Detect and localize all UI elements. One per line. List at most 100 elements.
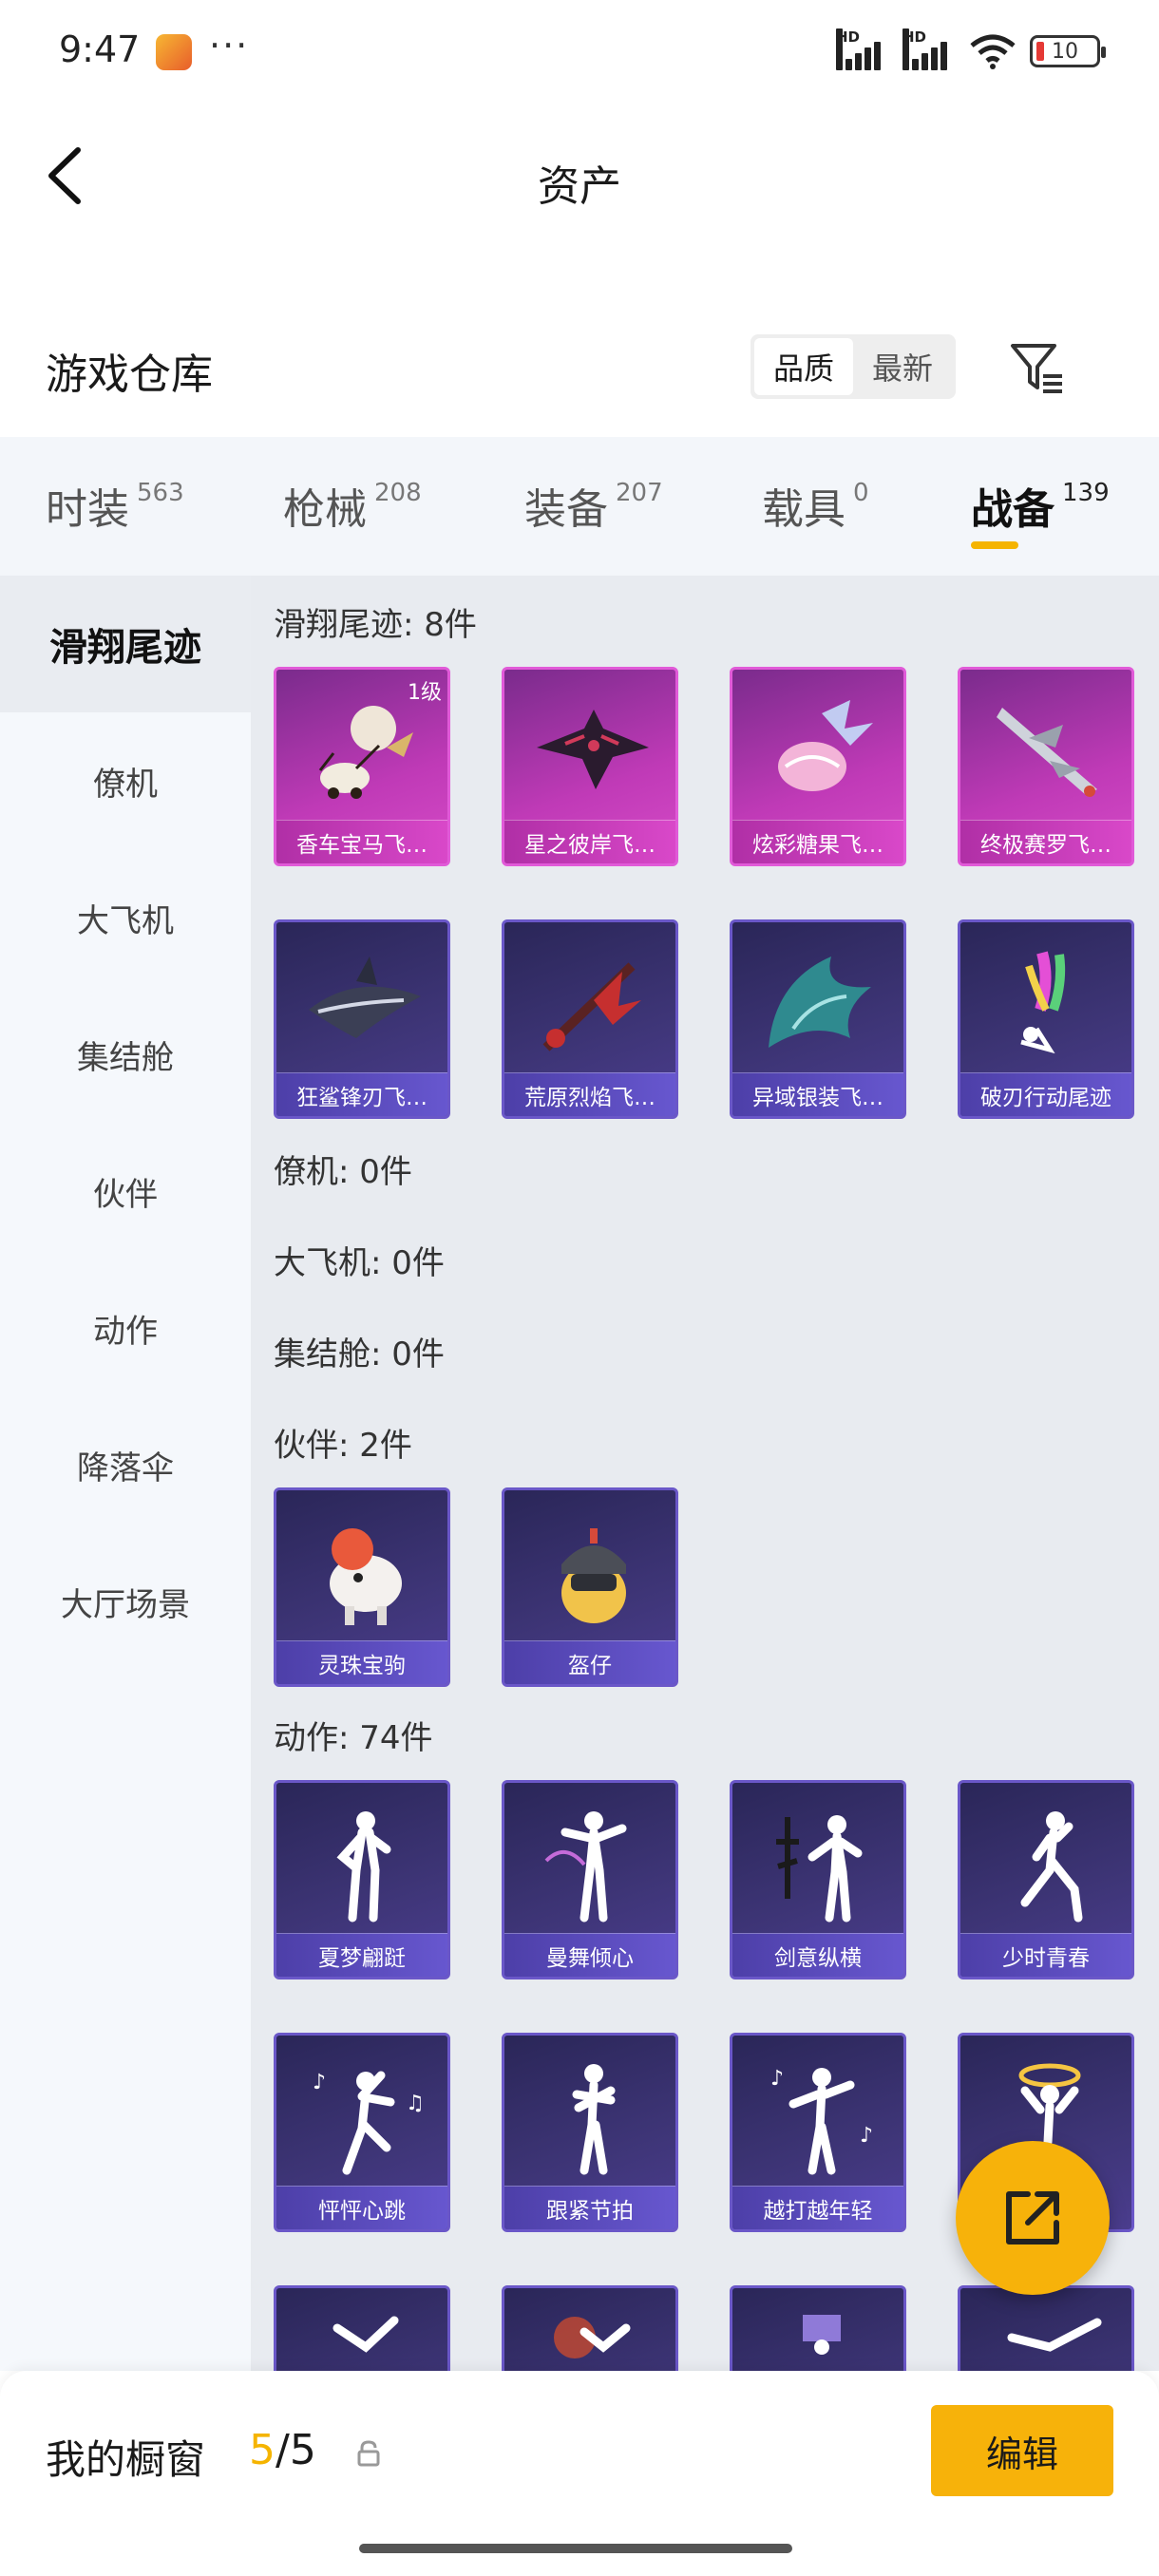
item-name: 跟紧节拍 xyxy=(504,2186,675,2229)
svg-text:♪: ♪ xyxy=(860,2124,873,2148)
tab-combat-prep[interactable]: 战备 139 xyxy=(971,475,1110,536)
dance-pose-icon xyxy=(332,2316,399,2353)
item-card[interactable]: 狂鲨锋刃飞… xyxy=(274,919,450,1119)
more-notifications-icon: ··· xyxy=(209,25,250,66)
showcase-count: 5/5 xyxy=(249,2426,316,2474)
sort-toggle: 品质 最新 xyxy=(750,334,956,399)
item-card[interactable]: 荒原烈焰飞… xyxy=(502,919,678,1119)
item-card[interactable]: 炫彩糖果飞… xyxy=(730,667,906,866)
flame-glider-art-icon xyxy=(542,962,641,1051)
item-name: 灵珠宝驹 xyxy=(276,1640,447,1684)
item-name: 炫彩糖果飞… xyxy=(732,820,903,863)
share-button[interactable] xyxy=(956,2141,1110,2295)
sword-pose-icon xyxy=(776,1815,863,1923)
sidebar: 滑翔尾迹 僚机 大飞机 集结舱 伙伴 动作 降落伞 大厅场景 xyxy=(0,576,251,2371)
beat-pose-icon xyxy=(572,2064,616,2175)
cellular-signal-2-icon: HD xyxy=(902,28,956,70)
item-card[interactable]: ♪ ♫ 怦怦心跳 xyxy=(274,2033,450,2232)
section-title-big-plane: 大飞机: 0件 xyxy=(274,1244,445,1282)
pointing-pose-icon xyxy=(1007,2318,1102,2352)
item-name: 破刃行动尾迹 xyxy=(960,1072,1131,1116)
item-name: 盔仔 xyxy=(504,1640,675,1684)
warehouse-title: 游戏仓库 xyxy=(46,350,213,399)
item-name: 荒原烈焰飞… xyxy=(504,1072,675,1116)
app-notification-icon xyxy=(156,34,192,70)
item-card[interactable]: 破刃行动尾迹 xyxy=(958,919,1134,1119)
sidebar-item-lobby-scene[interactable]: 大厅场景 xyxy=(0,1533,251,1670)
tab-vehicles[interactable]: 载具 0 xyxy=(762,475,869,536)
item-card[interactable]: 1级 香车宝马飞… xyxy=(274,667,450,866)
item-name: 香车宝马飞… xyxy=(276,820,447,863)
item-card[interactable]: ♪ ♪ 越打越年轻 xyxy=(730,2033,906,2232)
edit-button[interactable]: 编辑 xyxy=(931,2405,1113,2496)
svg-text:♪: ♪ xyxy=(313,2071,326,2094)
sidebar-item-rally-pod[interactable]: 集结舱 xyxy=(0,986,251,1123)
status-time: 9:47 xyxy=(59,28,141,70)
heartbeat-pose-icon: ♪ ♫ xyxy=(313,2071,425,2175)
item-card[interactable]: 星之彼岸飞… xyxy=(502,667,678,866)
item-name: 少时青春 xyxy=(960,1933,1131,1977)
filter-icon[interactable] xyxy=(1005,334,1072,401)
svg-text:♪: ♪ xyxy=(770,2067,784,2091)
sort-quality-option[interactable]: 品质 xyxy=(754,338,853,395)
item-name: 怦怦心跳 xyxy=(276,2186,447,2229)
active-tab-indicator xyxy=(971,541,1018,549)
dark-glider-art-icon xyxy=(537,710,649,789)
showcase-label: 我的橱窗 xyxy=(46,2436,206,2483)
silver-jet-art-icon xyxy=(997,708,1097,797)
tab-guns[interactable]: 枪械 208 xyxy=(283,475,422,536)
fire-dance-pose-icon xyxy=(554,2317,631,2358)
sidebar-item-emote[interactable]: 动作 xyxy=(0,1260,251,1396)
teal-wing-art-icon xyxy=(769,957,871,1048)
item-card[interactable]: 剑意纵横 xyxy=(730,1780,906,1979)
young-pose-icon: ♪ ♪ xyxy=(770,2067,873,2175)
pony-art-icon xyxy=(330,1528,402,1625)
sidebar-item-partner[interactable]: 伙伴 xyxy=(0,1123,251,1260)
item-card[interactable] xyxy=(958,2285,1134,2371)
item-card[interactable]: 灵珠宝驹 xyxy=(274,1487,450,1687)
item-name: 剑意纵横 xyxy=(732,1933,903,1977)
item-card[interactable] xyxy=(730,2285,906,2371)
dancer-pose-icon xyxy=(544,1811,627,1923)
sidebar-item-wingman[interactable]: 僚机 xyxy=(0,712,251,849)
sort-newest-option[interactable]: 最新 xyxy=(853,338,952,395)
item-name: 夏梦翩跹 xyxy=(276,1933,447,1977)
home-indicator[interactable] xyxy=(359,2544,792,2553)
smoke-trail-art-icon xyxy=(1020,951,1066,1054)
category-tabs: 时装 563 枪械 208 装备 207 载具 0 战备 139 xyxy=(0,437,1159,576)
item-card[interactable] xyxy=(502,2285,678,2371)
share-export-icon xyxy=(1006,2191,1059,2245)
sidebar-item-parachute[interactable]: 降落伞 xyxy=(0,1396,251,1533)
book-pose-icon xyxy=(803,2315,841,2355)
tab-fashion[interactable]: 时装 563 xyxy=(46,475,184,536)
sidebar-item-big-plane[interactable]: 大飞机 xyxy=(0,849,251,986)
battery-icon: 10 xyxy=(1030,35,1106,67)
item-card[interactable]: 跟紧节拍 xyxy=(502,2033,678,2232)
item-card[interactable]: 终极赛罗飞… xyxy=(958,667,1134,866)
lock-icon xyxy=(357,2440,380,2467)
svg-text:♫: ♫ xyxy=(406,2092,425,2115)
section-title-glide: 滑翔尾迹: 8件 xyxy=(274,606,477,644)
item-card[interactable]: 少时青春 xyxy=(958,1780,1134,1979)
item-card[interactable] xyxy=(274,2285,450,2371)
page-title: 资产 xyxy=(538,162,621,211)
status-bar: 9:47 ··· HD HD 10 xyxy=(0,0,1159,104)
item-name: 星之彼岸飞… xyxy=(504,820,675,863)
section-title-rally-pod: 集结舱: 0件 xyxy=(274,1335,445,1373)
cellular-signal-icon: HD xyxy=(836,28,889,70)
item-card[interactable]: 盔仔 xyxy=(502,1487,678,1687)
running-pose-icon xyxy=(1020,1811,1083,1923)
item-name: 曼舞倾心 xyxy=(504,1933,675,1977)
section-title-emote: 动作: 74件 xyxy=(274,1719,433,1757)
tab-equipment[interactable]: 装备 207 xyxy=(524,475,663,536)
item-card[interactable]: 曼舞倾心 xyxy=(502,1780,678,1979)
item-card[interactable]: 夏梦翩跹 xyxy=(274,1780,450,1979)
item-card[interactable]: 异域银装飞… xyxy=(730,919,906,1119)
item-name: 越打越年轻 xyxy=(732,2186,903,2229)
section-title-partner: 伙伴: 2件 xyxy=(274,1427,412,1465)
section-title-wingman: 僚机: 0件 xyxy=(274,1153,412,1191)
item-grid-area[interactable]: 滑翔尾迹: 8件 1级 香车宝马飞… 星之彼岸飞… 炫彩糖果飞… 终极赛罗飞… … xyxy=(251,576,1159,2371)
sidebar-item-glide-trail[interactable]: 滑翔尾迹 xyxy=(0,576,251,712)
wifi-icon xyxy=(970,34,1016,69)
carriage-art-icon xyxy=(318,706,413,799)
